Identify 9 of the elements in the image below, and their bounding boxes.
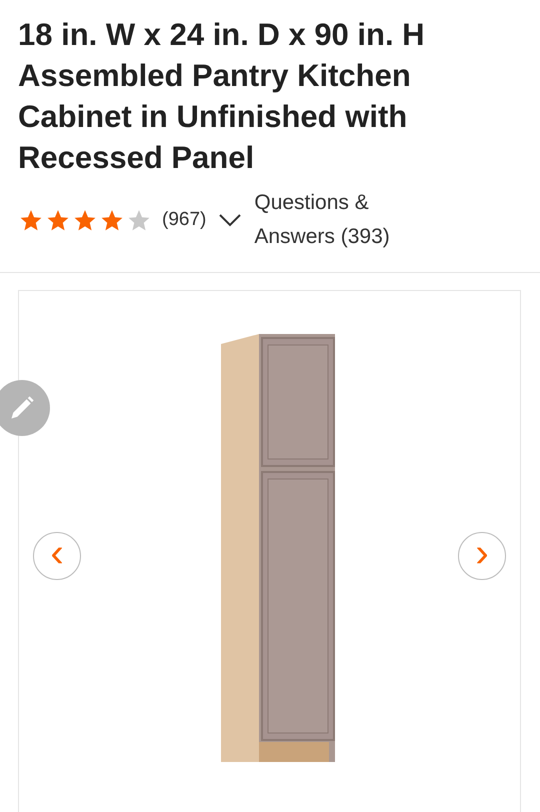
star-icon bbox=[126, 208, 152, 232]
star-icon bbox=[99, 208, 125, 232]
star-icon bbox=[18, 208, 44, 232]
chevron-down-icon[interactable] bbox=[218, 213, 242, 227]
review-count[interactable]: (967) bbox=[162, 206, 206, 234]
star-icon bbox=[72, 208, 98, 232]
product-title: 18 in. W x 24 in. D x 90 in. H Assembled Pantry Kitchen Cabinet in Unfinished with Recessed Panel bbox=[18, 16, 426, 177]
star-icon bbox=[45, 208, 71, 232]
questions-answers-link[interactable]: Questions & Answers (393) bbox=[254, 186, 404, 254]
